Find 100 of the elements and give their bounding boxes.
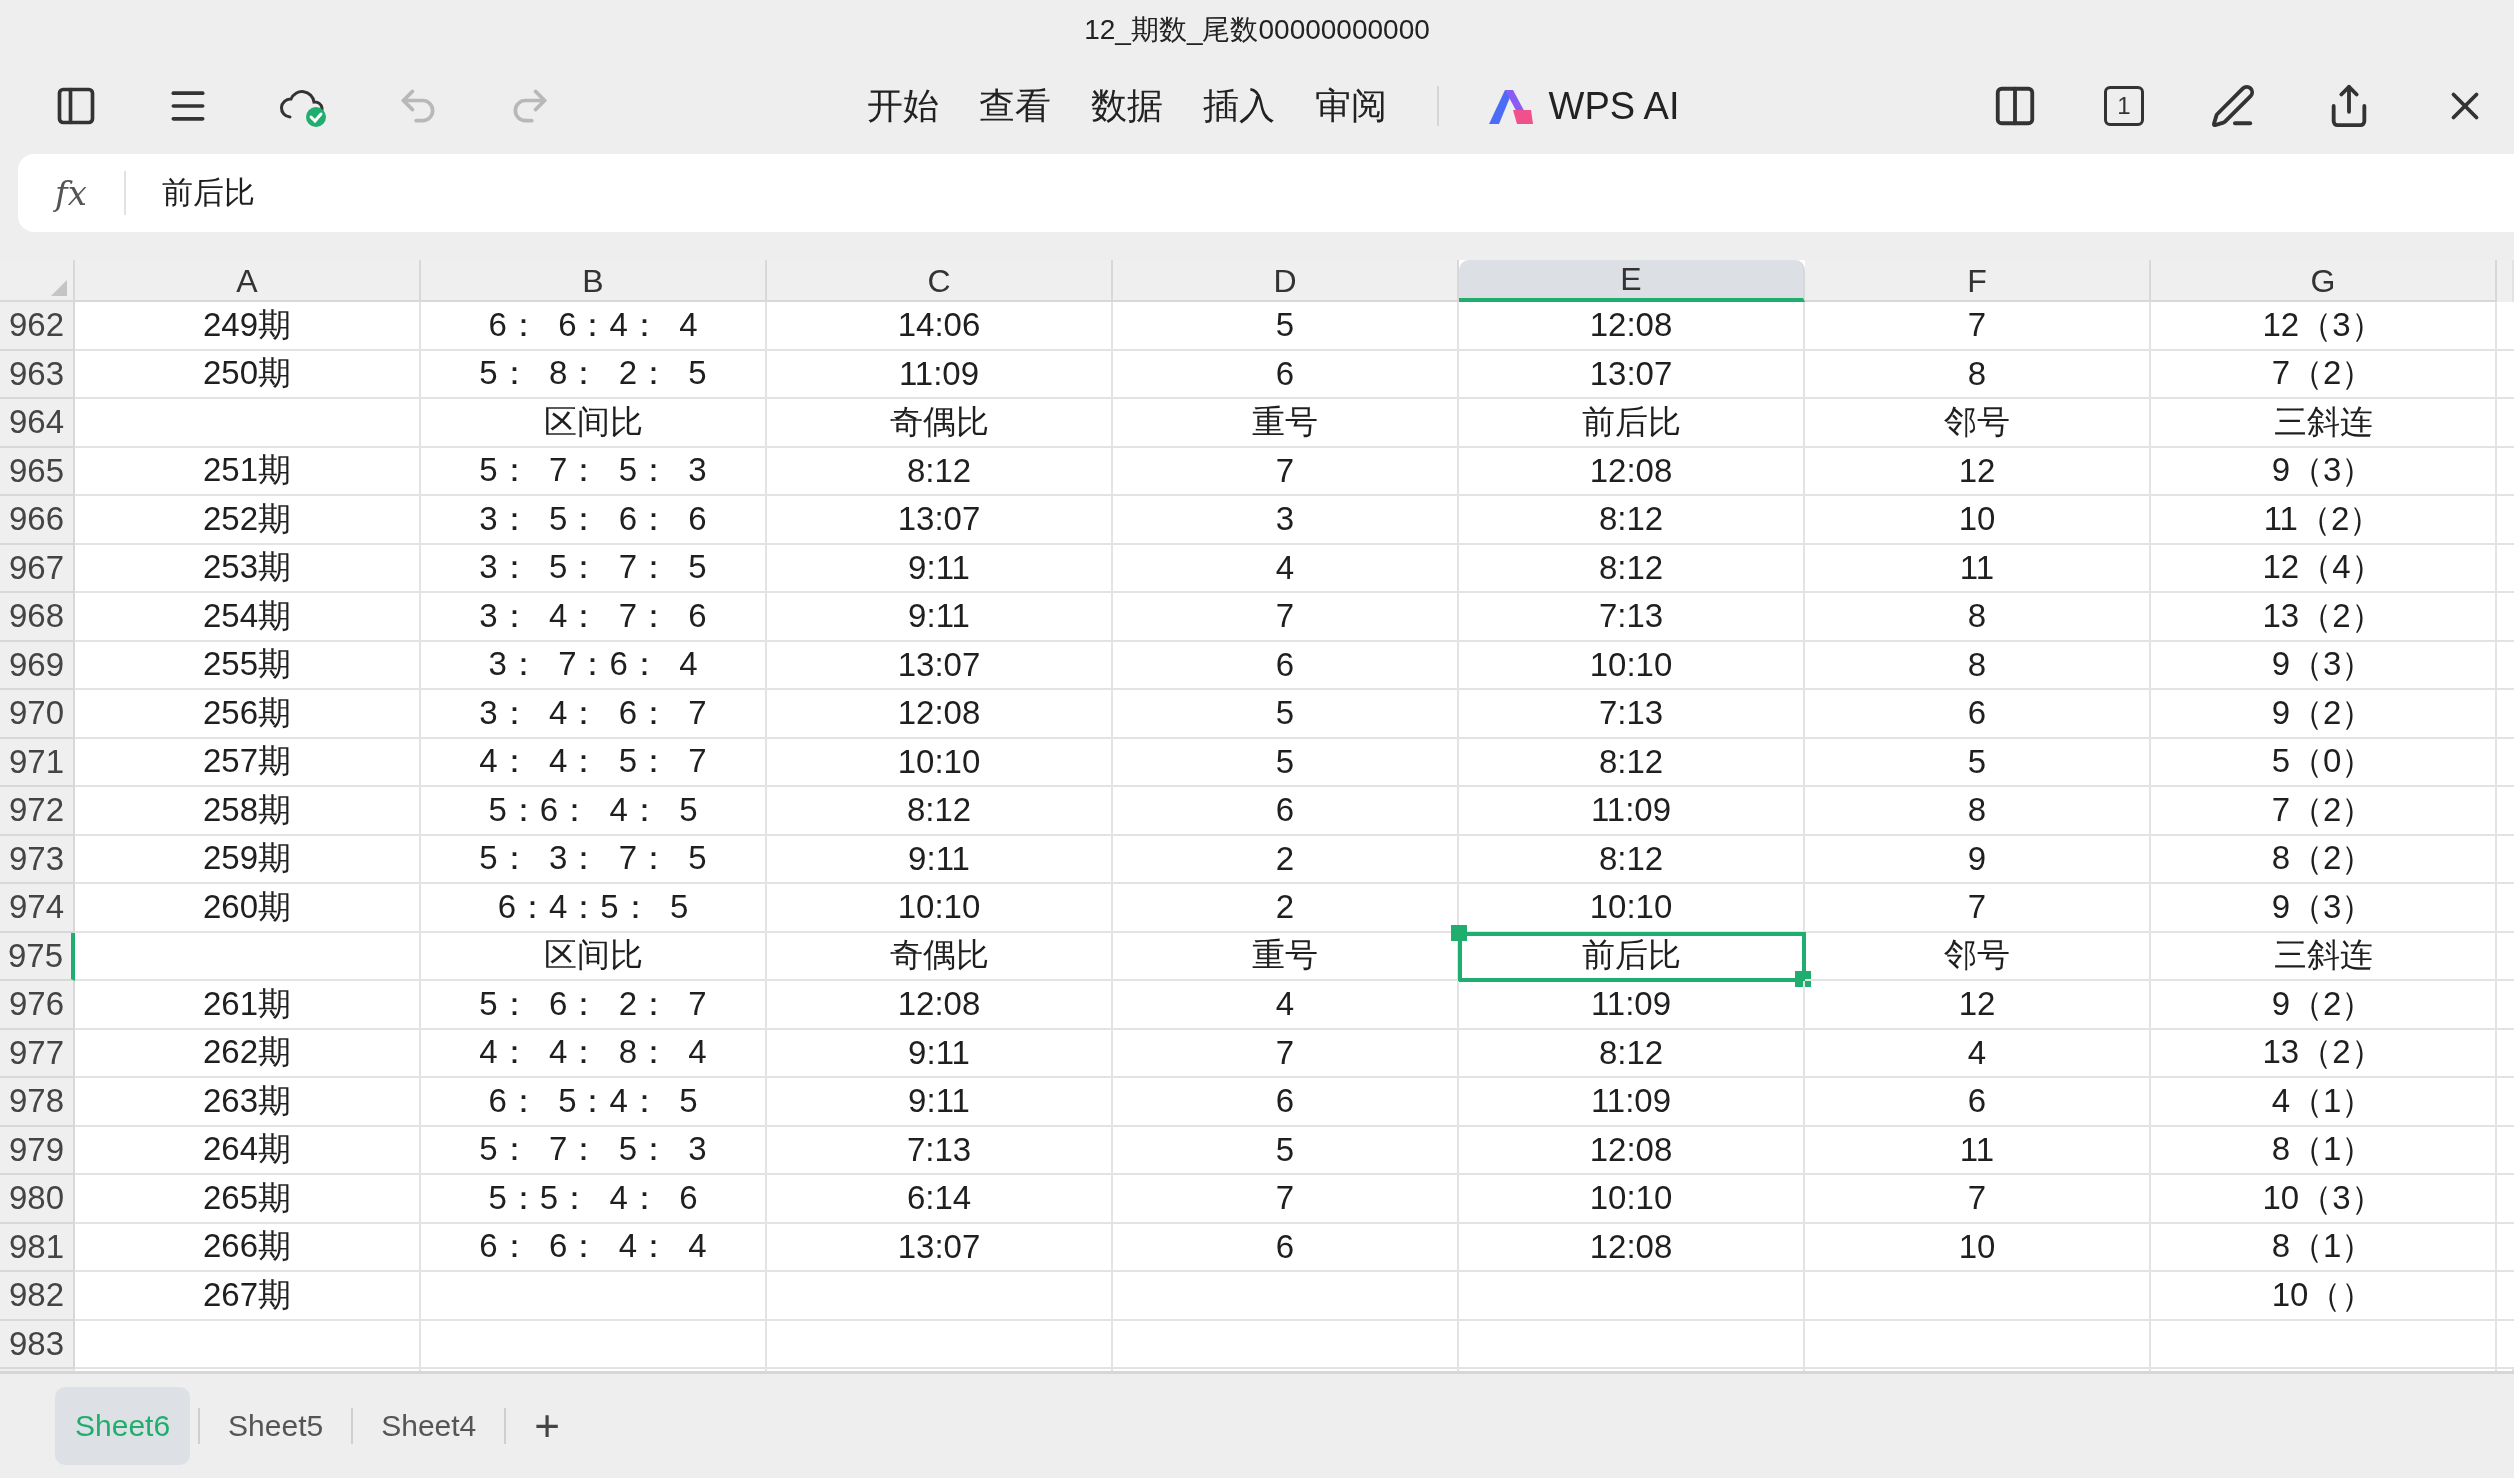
- row-header[interactable]: 976: [0, 981, 75, 1030]
- table-cell: 6： 5：4： 5: [421, 1078, 767, 1127]
- table-cell: 12（3）: [2151, 302, 2497, 351]
- row-header[interactable]: 965: [0, 447, 75, 496]
- table-cell: 10:10: [1459, 641, 1805, 690]
- page-count-button[interactable]: 1: [2104, 86, 2144, 126]
- table-cell: 5：5： 4： 6: [421, 1175, 767, 1224]
- table-cell: 6： 6： 4： 4: [421, 1223, 767, 1272]
- table-cell: 10: [1805, 1223, 2151, 1272]
- ai-button[interactable]: WPS AI: [1478, 80, 1688, 132]
- table-cell: 9（3）: [2151, 884, 2497, 933]
- formula-bar[interactable]: fx 前后比: [18, 154, 2514, 232]
- table-cell: 7: [1113, 1175, 1459, 1224]
- row-header[interactable]: 977: [0, 1029, 75, 1078]
- menu-tab[interactable]: 数据: [1080, 75, 1173, 137]
- table-cell: 258期: [75, 787, 421, 836]
- table-cell: 252期: [75, 496, 421, 545]
- menu-tab[interactable]: 开始: [856, 75, 949, 137]
- table-cell: 5： 8： 2： 5: [421, 350, 767, 399]
- table-cell: 3： 7：6： 4: [421, 641, 767, 690]
- table-cell: 5: [1113, 738, 1459, 787]
- table-cell: 3： 4： 6： 7: [421, 690, 767, 739]
- table-cell: 9:11: [767, 593, 1113, 642]
- table-cell: 8:12: [1459, 835, 1805, 884]
- table-cell: 邻号: [1805, 932, 2151, 981]
- row-header[interactable]: 962: [0, 302, 75, 351]
- sheet-tab[interactable]: Sheet4: [361, 1387, 497, 1465]
- row-header[interactable]: 983: [0, 1320, 75, 1369]
- table-cell: 5: [1805, 738, 2151, 787]
- selection-handle[interactable]: [1451, 924, 1467, 941]
- table-cell: 12:08: [1459, 1126, 1805, 1175]
- table-cell: 5： 3： 7： 5: [421, 835, 767, 884]
- row-header[interactable]: 970: [0, 690, 75, 739]
- table-cell: 12:08: [1459, 1223, 1805, 1272]
- table-cell: 11:09: [1459, 981, 1805, 1030]
- menu-tab[interactable]: 插入: [1192, 75, 1285, 137]
- add-sheet-button[interactable]: +: [514, 1401, 580, 1451]
- table-cell: 7:13: [1459, 690, 1805, 739]
- table-cell: 6: [1113, 641, 1459, 690]
- menu-tab[interactable]: 查看: [968, 75, 1061, 137]
- table-cell: 2: [1113, 835, 1459, 884]
- row-header[interactable]: 971: [0, 738, 75, 787]
- column-header[interactable]: C: [767, 260, 1113, 302]
- table-cell: 奇偶比: [767, 932, 1113, 981]
- column-header[interactable]: D: [1113, 260, 1459, 302]
- column-header[interactable]: B: [421, 260, 767, 302]
- table-cell: 8: [1805, 350, 2151, 399]
- sheet-tab[interactable]: Sheet5: [208, 1387, 344, 1465]
- table-cell: 8:12: [767, 787, 1113, 836]
- row-header[interactable]: 964: [0, 399, 75, 448]
- table-cell: 9（2）: [2151, 981, 2497, 1030]
- table-cell: 8（1）: [2151, 1126, 2497, 1175]
- row-header[interactable]: 963: [0, 350, 75, 399]
- table-cell: 257期: [75, 738, 421, 787]
- row-header[interactable]: 967: [0, 544, 75, 593]
- column-header[interactable]: E: [1459, 260, 1805, 302]
- table-cell: 10:10: [1459, 1175, 1805, 1224]
- column-header[interactable]: A: [75, 260, 421, 302]
- row-header[interactable]: 968: [0, 593, 75, 642]
- table-cell: 263期: [75, 1078, 421, 1127]
- fill-handle[interactable]: [1795, 971, 1811, 987]
- menu-tab[interactable]: 审阅: [1304, 75, 1397, 137]
- table-cell: 264期: [75, 1126, 421, 1175]
- table-cell: 4（1）: [2151, 1078, 2497, 1127]
- table-cell: 11:09: [767, 350, 1113, 399]
- row-header[interactable]: 981: [0, 1223, 75, 1272]
- column-header[interactable]: G: [2151, 260, 2497, 302]
- table-cell: 259期: [75, 835, 421, 884]
- row-header[interactable]: 982: [0, 1272, 75, 1321]
- row-header[interactable]: 980: [0, 1175, 75, 1224]
- row-header[interactable]: 973: [0, 835, 75, 884]
- table-cell: 8: [1805, 641, 2151, 690]
- column-header[interactable]: F: [1805, 260, 2151, 302]
- row-header[interactable]: 966: [0, 496, 75, 545]
- row-header[interactable]: 979: [0, 1126, 75, 1175]
- table-cell: 3： 4： 7： 6: [421, 593, 767, 642]
- table-cell: 253期: [75, 544, 421, 593]
- table-cell: 5: [1113, 1126, 1459, 1175]
- table-cell: 6： 6：4： 4: [421, 302, 767, 351]
- row-header[interactable]: 978: [0, 1078, 75, 1127]
- table-cell: 奇偶比: [767, 399, 1113, 448]
- table-cell: 13:07: [767, 1223, 1113, 1272]
- table-cell: 249期: [75, 302, 421, 351]
- table-cell: 三斜连: [2151, 399, 2497, 448]
- table-cell: 8:12: [1459, 496, 1805, 545]
- table-cell: 9:11: [767, 835, 1113, 884]
- table-cell: 267期: [75, 1272, 421, 1321]
- table-cell: 3： 5： 7： 5: [421, 544, 767, 593]
- table-cell: 10: [1805, 496, 2151, 545]
- formula-value: 前后比: [161, 174, 255, 212]
- row-header[interactable]: 975: [0, 932, 75, 981]
- row-header[interactable]: 972: [0, 787, 75, 836]
- table-cell: 13（2）: [2151, 1029, 2497, 1078]
- table-cell: 256期: [75, 690, 421, 739]
- row-header[interactable]: 974: [0, 884, 75, 933]
- row-header[interactable]: 969: [0, 641, 75, 690]
- table-cell: 5: [1113, 690, 1459, 739]
- table-cell: 12:08: [1459, 302, 1805, 351]
- table-cell: 7（2）: [2151, 787, 2497, 836]
- table-cell: 6: [1805, 690, 2151, 739]
